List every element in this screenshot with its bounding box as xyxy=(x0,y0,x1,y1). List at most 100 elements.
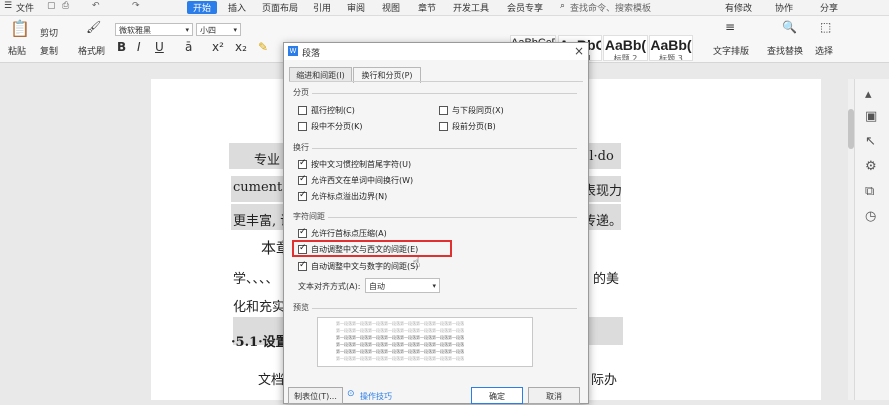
checkbox-box xyxy=(298,243,307,254)
cursor-icon[interactable]: ↖ xyxy=(865,134,876,149)
undo-icon[interactable]: ↶ xyxy=(92,1,100,11)
checkbox-box xyxy=(298,260,307,271)
menu-insert[interactable]: 插入 xyxy=(228,1,246,14)
widow-control-checkbox[interactable]: 孤行控制(C) xyxy=(298,105,355,116)
checkbox-box xyxy=(298,174,307,185)
superscript-icon[interactable]: x² xyxy=(212,40,224,54)
menu-reference[interactable]: 引用 xyxy=(313,1,331,14)
tab-stops-button[interactable]: 制表位(T)... xyxy=(288,387,343,404)
font-name-value: 微软雅黑 xyxy=(119,26,151,35)
wps-logo-icon: W xyxy=(288,46,298,56)
collapse-icon[interactable]: ▴ xyxy=(865,87,872,102)
hamburger-icon[interactable]: ☰ xyxy=(4,1,12,11)
auto-space-digits-checkbox[interactable]: 自动调整中文与数字的间距(S) xyxy=(298,260,419,272)
bold-icon[interactable]: B xyxy=(117,40,126,54)
menu-developer[interactable]: 开发工具 xyxy=(453,1,489,14)
checkbox-label: 段中不分页(K) xyxy=(311,122,363,131)
text-align-select[interactable]: 自动 ▾ xyxy=(365,278,440,293)
highlight-icon[interactable]: ✎ xyxy=(258,40,268,54)
layers-icon[interactable]: ⧉ xyxy=(865,184,874,199)
copy-button[interactable]: 复制 xyxy=(40,44,58,57)
word-wrap-checkbox[interactable]: 允许西文在单词中间换行(W) xyxy=(298,174,413,186)
auto-space-western-checkbox[interactable]: 自动调整中文与西文的间距(E) xyxy=(298,243,419,255)
redo-icon[interactable]: ↷ xyxy=(132,1,140,11)
style-heading-3[interactable]: AaBb( 标题 3 xyxy=(649,35,693,61)
subscript-icon[interactable]: x₂ xyxy=(235,40,247,54)
text-align-label: 文本对齐方式(A): xyxy=(298,282,361,291)
collaborate-button[interactable]: 协作 xyxy=(775,1,793,14)
ok-button[interactable]: 确定 xyxy=(471,387,523,404)
find-replace-button[interactable]: 查找替换 xyxy=(767,44,803,57)
preview-line: 第一段落第一段落第一段落第一段落第一段落第一段落第一段落第一段落 xyxy=(336,328,464,333)
menu-review[interactable]: 审阅 xyxy=(347,1,365,14)
checkbox-box xyxy=(298,190,307,201)
menu-member[interactable]: 会员专享 xyxy=(507,1,543,14)
font-size-value: 小四 xyxy=(200,26,216,35)
checkbox-box xyxy=(439,122,448,131)
menu-chapter[interactable]: 章节 xyxy=(418,1,436,14)
command-search[interactable]: 查找命令、搜索模板 xyxy=(570,1,651,14)
doc-text: 学、、、、 xyxy=(233,272,279,287)
menu-page-layout[interactable]: 页面布局 xyxy=(262,1,298,14)
print-icon[interactable]: ⎙ xyxy=(62,1,69,11)
style-sample: AaBb( xyxy=(650,37,692,53)
preview-line: 第一段落第一段落第一段落第一段落第一段落第一段落第一段落第一段落 xyxy=(336,335,464,340)
paste-button[interactable]: 粘贴 xyxy=(8,44,26,57)
preview-line: 第一段落第一段落第一段落第一段落第一段落第一段落第一段落第一段落 xyxy=(336,342,464,347)
find-replace-icon[interactable]: 🔍 xyxy=(782,20,797,34)
vertical-scrollbar[interactable] xyxy=(848,79,854,400)
section-divider xyxy=(312,93,577,94)
tab-indent-spacing[interactable]: 缩进和间距(I) xyxy=(289,67,352,82)
tips-link[interactable]: 操作技巧 xyxy=(360,391,392,402)
doc-text: 化和充实, xyxy=(233,300,290,315)
keep-with-next-checkbox[interactable]: 与下段同页(X) xyxy=(439,105,504,116)
format-painter-button[interactable]: 格式刷 xyxy=(78,44,105,57)
text-layout-icon[interactable]: ≡ xyxy=(725,20,735,34)
style-caption: 标题 3 xyxy=(659,54,683,61)
text-layout-button[interactable]: 文字排版 xyxy=(713,44,749,57)
checkbox-label: 孤行控制(C) xyxy=(311,106,355,115)
char-spacing-header: 字符间距 xyxy=(293,212,325,221)
scrollbar-thumb[interactable] xyxy=(848,109,854,149)
style-heading-2[interactable]: AaBb( 标题 2 xyxy=(603,35,648,61)
italic-icon[interactable]: I xyxy=(137,40,141,54)
select-icon[interactable]: ⬚ xyxy=(820,20,831,34)
save-icon[interactable]: ▢ xyxy=(47,1,56,11)
right-sidebar: ▴ ▣ ↖ ⚙ ⧉ ◷ xyxy=(854,79,889,400)
font-size-select[interactable]: 小四 ▾ xyxy=(196,23,241,36)
menu-file[interactable]: 文件 xyxy=(16,1,34,14)
checkbox-label: 段前分页(B) xyxy=(452,122,496,131)
doc-text: 文档 xyxy=(258,373,285,388)
checkbox-label: 自动调整中文与数字的间距(S) xyxy=(311,262,419,271)
tips-icon: ⊙ xyxy=(347,389,355,399)
preview-header: 预览 xyxy=(293,303,309,312)
line-break-header: 换行 xyxy=(293,143,309,152)
format-painter-icon[interactable]: 🖌 xyxy=(86,20,101,34)
search-icon: ⌕ xyxy=(560,1,566,11)
dialog-title-bar[interactable]: W 段落 × xyxy=(284,43,588,60)
checkbox-box xyxy=(298,227,307,238)
close-icon[interactable]: × xyxy=(574,44,584,58)
share-button[interactable]: 分享 xyxy=(820,1,838,14)
keep-lines-together-checkbox[interactable]: 段中不分页(K) xyxy=(298,121,363,132)
paste-icon[interactable]: 📋 xyxy=(10,19,30,38)
text-align-value: 自动 xyxy=(369,282,385,291)
chinese-rules-checkbox[interactable]: 按中文习惯控制首尾字符(U) xyxy=(298,158,411,170)
menu-start[interactable]: 开始 xyxy=(187,1,218,14)
tune-icon[interactable]: ⚙ xyxy=(865,159,877,174)
clock-icon[interactable]: ◷ xyxy=(865,209,876,224)
menu-view[interactable]: 视图 xyxy=(382,1,400,14)
font-name-select[interactable]: 微软雅黑 ▾ xyxy=(115,23,193,36)
cut-button[interactable]: 剪切 xyxy=(40,26,58,39)
select-button[interactable]: 选择 xyxy=(815,44,833,57)
punctuation-compress-checkbox[interactable]: 允许行首标点压缩(A) xyxy=(298,227,387,239)
page-break-before-checkbox[interactable]: 段前分页(B) xyxy=(439,121,496,132)
modified-status[interactable]: 有修改 xyxy=(725,1,752,14)
punctuation-overflow-checkbox[interactable]: 允许标点溢出边界(N) xyxy=(298,190,387,202)
cancel-button[interactable]: 取消 xyxy=(528,387,580,404)
strikethrough-icon[interactable]: ā xyxy=(185,40,192,54)
doc-heading: ·5.1·设置 xyxy=(231,335,289,350)
underline-icon[interactable]: U xyxy=(155,40,164,54)
checkbox-label: 自动调整中文与西文的间距(E) xyxy=(311,245,419,254)
format-icon[interactable]: ▣ xyxy=(865,109,877,124)
